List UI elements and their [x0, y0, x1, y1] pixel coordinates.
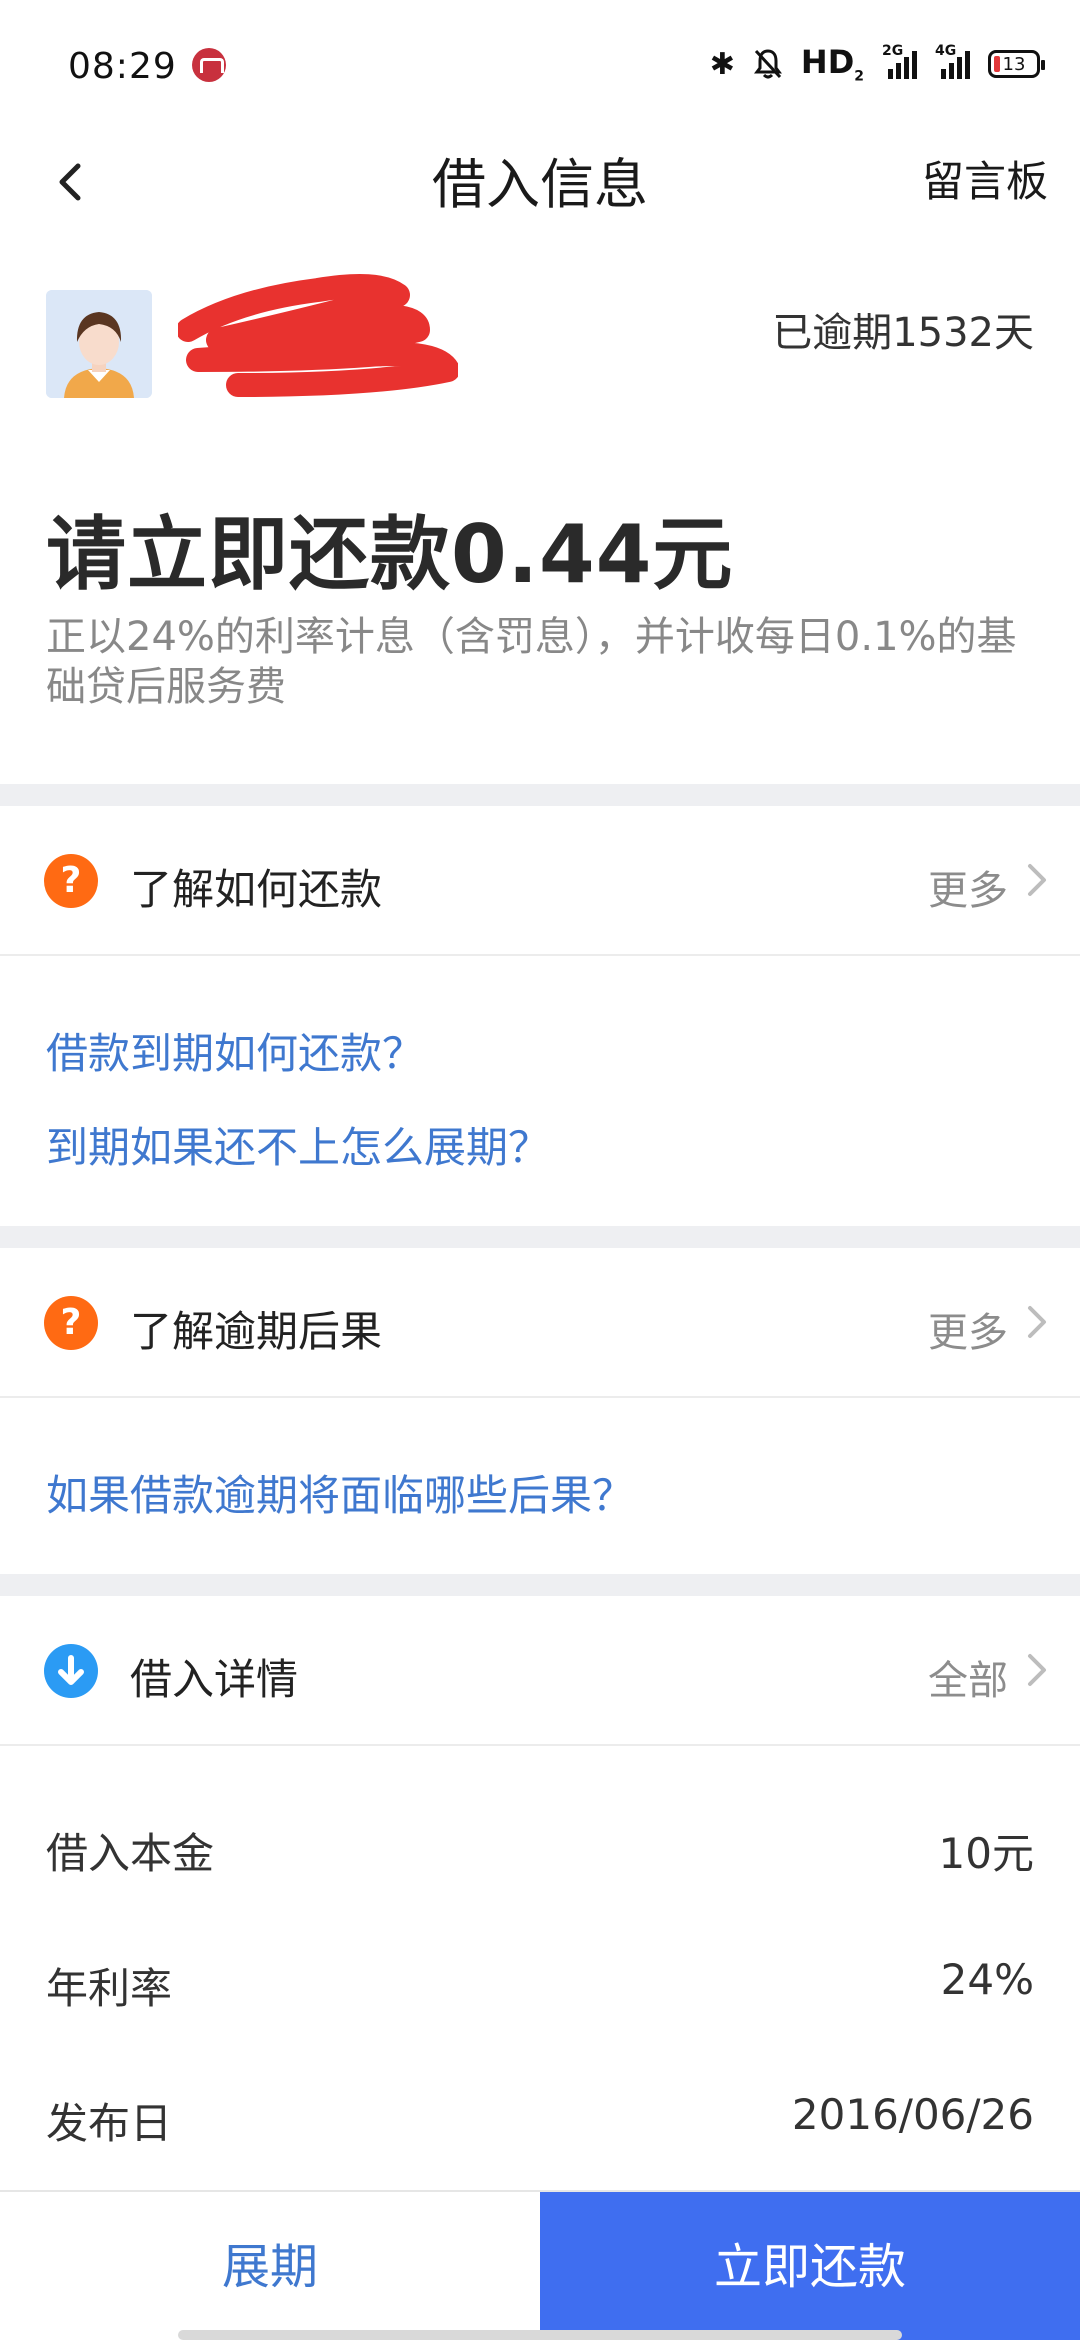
chevron-right-icon	[1028, 864, 1046, 896]
section-divider	[0, 1574, 1080, 1596]
home-indicator[interactable]	[178, 2330, 902, 2340]
download-arrow-icon	[44, 1644, 98, 1698]
question-icon: ?	[44, 854, 98, 908]
section-divider	[0, 1226, 1080, 1248]
detail-value: 24%	[940, 1955, 1034, 2004]
question-icon: ?	[44, 1296, 98, 1350]
battery-icon: 13	[988, 50, 1045, 78]
more-link[interactable]: 更多	[928, 858, 1008, 916]
chevron-right-icon	[1028, 1654, 1046, 1686]
extend-button[interactable]: 展期	[0, 2192, 540, 2340]
status-bar: 08:29 ✱ HD2 2G 4G 13	[0, 0, 1080, 130]
hd-voice-icon: HD2	[800, 43, 864, 85]
more-link[interactable]: 更多	[928, 1300, 1008, 1358]
bank-app-icon	[192, 48, 226, 82]
repay-now-button[interactable]: 立即还款	[540, 2192, 1080, 2340]
detail-row-rate: 年利率 24%	[0, 1935, 1080, 2025]
signal-2g-icon: 2G	[882, 43, 917, 79]
bluetooth-icon: ✱	[709, 46, 735, 82]
detail-value: 10元	[938, 1829, 1034, 1878]
message-board-button[interactable]: 留言板	[922, 148, 1048, 209]
section-title: 借入详情	[130, 1655, 299, 1704]
section-loan-details[interactable]: 借入详情 全部	[0, 1596, 1080, 1746]
detail-value: 2016/06/26	[791, 2090, 1034, 2139]
redacted-name-scribble	[176, 260, 460, 410]
nav-header: 借入信息 留言板	[0, 130, 1080, 240]
faq-link-extend[interactable]: 到期如果还不上怎么展期？	[46, 1114, 550, 1175]
page-title: 借入信息	[432, 153, 648, 216]
interest-note: 正以24%的利率计息（含罚息），并计收每日0.1%的基础贷后服务费	[46, 614, 1017, 710]
chevron-right-icon	[1028, 1306, 1046, 1338]
signal-4g-icon: 4G	[935, 43, 970, 79]
bottom-action-bar: 展期 立即还款	[0, 2190, 1080, 2340]
detail-row-principal: 借入本金 10元	[0, 1800, 1080, 1890]
status-icons: ✱ HD2 2G 4G 13	[709, 43, 1045, 85]
faq-link-repay[interactable]: 借款到期如何还款？	[46, 1020, 424, 1081]
detail-row-publish-date: 发布日 2016/06/26	[0, 2070, 1080, 2160]
section-title: 了解逾期后果	[130, 1307, 383, 1356]
section-how-to-repay[interactable]: ? 了解如何还款 更多	[0, 806, 1080, 956]
section-title: 了解如何还款	[130, 865, 383, 914]
lender-row: 已逾期1532天	[0, 274, 1080, 400]
faq-link-overdue[interactable]: 如果借款逾期将面临哪些后果？	[46, 1462, 634, 1523]
detail-label: 借入本金	[46, 1829, 215, 1878]
all-link[interactable]: 全部	[928, 1648, 1008, 1706]
overdue-days: 已逾期1532天	[772, 310, 1034, 356]
section-divider	[0, 784, 1080, 806]
avatar	[46, 290, 152, 398]
repay-amount-title: 请立即还款0.44元	[46, 508, 734, 601]
status-time: 08:29	[68, 46, 177, 87]
detail-label: 发布日	[46, 2099, 173, 2148]
section-overdue-consequence[interactable]: ? 了解逾期后果 更多	[0, 1248, 1080, 1398]
detail-label: 年利率	[46, 1964, 173, 2013]
bell-muted-icon	[753, 48, 783, 80]
